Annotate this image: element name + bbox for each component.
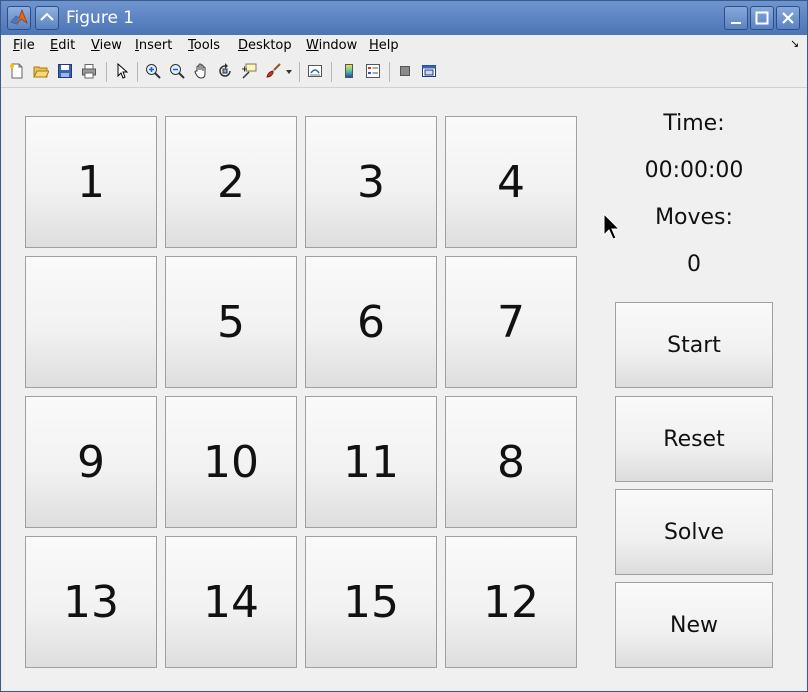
open-file-icon[interactable] (33, 63, 49, 79)
puzzle-tile[interactable]: 4 (445, 116, 577, 248)
empty-tile[interactable] (25, 256, 157, 388)
brush-icon[interactable] (265, 63, 281, 79)
puzzle-tile[interactable]: 5 (165, 256, 297, 388)
puzzle-tile[interactable]: 3 (305, 116, 437, 248)
menu-help[interactable]: Help (369, 38, 399, 53)
figure-canvas: 1 2 3 4 5 6 7 9 10 11 8 13 14 15 12 Time… (5, 89, 805, 689)
solve-button[interactable]: Solve (615, 489, 773, 575)
time-label: Time: (663, 111, 725, 136)
print-icon[interactable] (81, 63, 97, 79)
puzzle-tile[interactable]: 6 (305, 256, 437, 388)
puzzle-tile[interactable]: 12 (445, 536, 577, 668)
menu-edit[interactable]: Edit (50, 38, 75, 53)
zoom-out-icon[interactable] (169, 63, 185, 79)
toolbar-separator (389, 62, 390, 82)
window-title: Figure 1 (66, 8, 135, 28)
puzzle-tile[interactable]: 10 (165, 396, 297, 528)
moves-label: Moves: (655, 205, 733, 230)
pointer-icon[interactable] (114, 63, 130, 79)
figure-window: Figure 1 File Edit View Insert Tools Des… (0, 0, 808, 692)
menu-insert[interactable]: Insert (135, 38, 172, 53)
menu-window[interactable]: Window (306, 38, 357, 53)
puzzle-tile[interactable]: 1 (25, 116, 157, 248)
link-plot-icon[interactable] (307, 63, 323, 79)
menu-file[interactable]: File (13, 38, 35, 53)
toolbar-separator (331, 62, 332, 82)
menu-desktop[interactable]: Desktop (238, 38, 292, 53)
title-bar[interactable]: Figure 1 (1, 1, 807, 35)
toolbar-separator (137, 62, 138, 82)
colorbar-icon[interactable] (341, 63, 357, 79)
toolbar-separator (299, 62, 300, 82)
puzzle-tile[interactable]: 15 (305, 536, 437, 668)
menu-view[interactable]: View (91, 38, 122, 53)
new-button[interactable]: New (615, 582, 773, 668)
reset-button[interactable]: Reset (615, 396, 773, 482)
puzzle-tile[interactable]: 2 (165, 116, 297, 248)
toolbar-separator (106, 62, 107, 82)
hide-plot-tools-icon[interactable] (397, 63, 413, 79)
show-plot-tools-icon[interactable] (421, 63, 437, 79)
puzzle-tile[interactable]: 14 (165, 536, 297, 668)
rotate-3d-icon[interactable] (217, 63, 233, 79)
start-button[interactable]: Start (615, 302, 773, 388)
maximize-button[interactable] (750, 6, 774, 30)
puzzle-tile[interactable]: 9 (25, 396, 157, 528)
menu-tools[interactable]: Tools (188, 38, 220, 53)
dock-arrow-icon[interactable]: ↘ (790, 37, 799, 50)
moves-value: 0 (687, 252, 701, 277)
minimize-button[interactable] (724, 6, 748, 30)
pan-icon[interactable] (193, 63, 209, 79)
close-button[interactable] (776, 6, 800, 30)
puzzle-tile[interactable]: 7 (445, 256, 577, 388)
data-cursor-icon[interactable] (241, 63, 257, 79)
brush-dropdown-icon[interactable] (285, 69, 293, 75)
time-value: 00:00:00 (644, 158, 744, 183)
puzzle-tile[interactable]: 8 (445, 396, 577, 528)
legend-icon[interactable] (365, 63, 381, 79)
zoom-in-icon[interactable] (145, 63, 161, 79)
window-menu-icon[interactable] (35, 6, 59, 30)
mouse-cursor-icon (603, 213, 621, 240)
save-icon[interactable] (57, 63, 73, 79)
puzzle-tile[interactable]: 13 (25, 536, 157, 668)
new-figure-icon[interactable] (9, 63, 25, 79)
matlab-logo-icon[interactable] (7, 6, 31, 30)
figure-toolbar (1, 57, 807, 88)
menu-bar: File Edit View Insert Tools Desktop Wind… (1, 35, 807, 57)
puzzle-tile[interactable]: 11 (305, 396, 437, 528)
